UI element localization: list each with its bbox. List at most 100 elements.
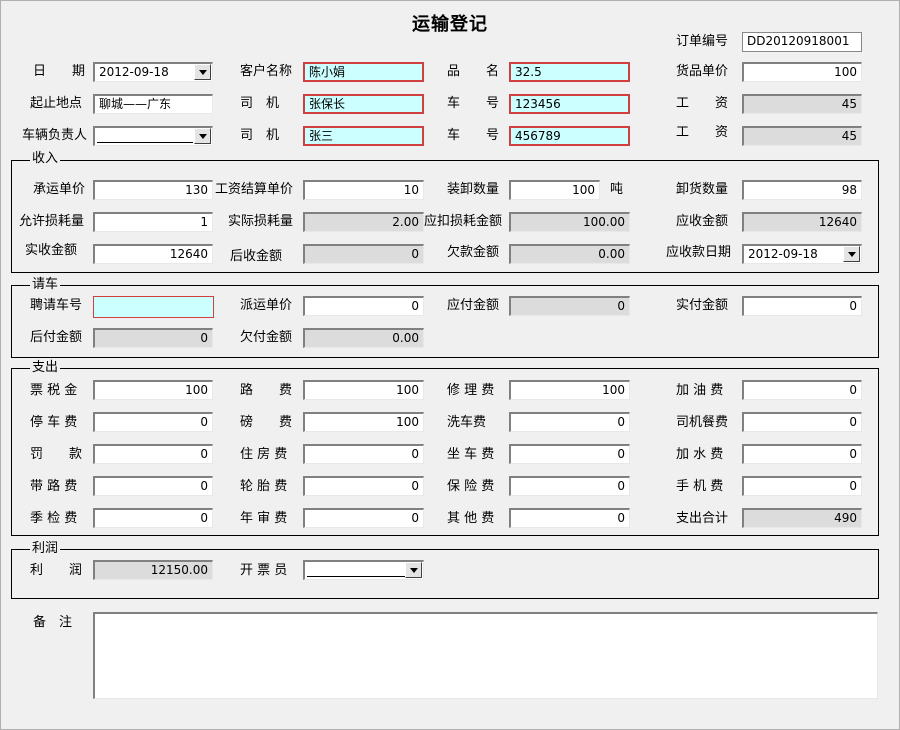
- invoicer-underline: [307, 576, 405, 577]
- fine-label: 罚 款: [30, 447, 83, 462]
- dispatch-price-field[interactable]: 0: [303, 296, 424, 316]
- fuel-fee-field[interactable]: 0: [742, 380, 862, 400]
- driver-meal-field[interactable]: 0: [742, 412, 862, 432]
- unit-price-label: 货品单价: [676, 64, 729, 79]
- later-paid-field: 0: [93, 328, 213, 348]
- wage-unit-price-label: 工资结算单价: [215, 182, 294, 197]
- profit-label: 利 润: [30, 563, 83, 578]
- carriage-price-field[interactable]: 130: [93, 180, 213, 200]
- received-field[interactable]: 12640: [93, 244, 213, 264]
- allowed-loss-label: 允许损耗量: [19, 214, 85, 229]
- hired-plate-label: 聘请车号: [30, 298, 83, 313]
- vehicle-manager-dropdown-icon[interactable]: [194, 128, 211, 144]
- arrears-label: 欠款金额: [447, 245, 500, 260]
- wage2-label: 工 资: [676, 125, 729, 140]
- route-label: 起止地点: [30, 96, 83, 111]
- parking-fee-field[interactable]: 0: [93, 412, 213, 432]
- loss-deduction-field: 100.00: [509, 212, 630, 232]
- repair-fee-field[interactable]: 100: [509, 380, 630, 400]
- date-dropdown-icon[interactable]: [194, 64, 211, 80]
- driver-meal-label: 司机餐费: [676, 415, 729, 430]
- product-field[interactable]: 32.5: [509, 62, 630, 82]
- receivable-date-dropdown-icon[interactable]: [843, 246, 860, 262]
- unload-qty-label: 卸货数量: [676, 182, 729, 197]
- plate2-field[interactable]: 456789: [509, 126, 630, 146]
- ride-fee-field[interactable]: 0: [509, 444, 630, 464]
- paid-label: 实付金额: [676, 298, 729, 313]
- tire-fee-label: 轮 胎 费: [240, 479, 288, 494]
- receivable-field: 12640: [742, 212, 862, 232]
- lodging-fee-field[interactable]: 0: [303, 444, 424, 464]
- unpaid-field: 0.00: [303, 328, 424, 348]
- ticket-tax-label: 票 税 金: [30, 383, 78, 398]
- insurance-fee-field[interactable]: 0: [509, 476, 630, 496]
- road-fee-field[interactable]: 100: [303, 380, 424, 400]
- driver2-label: 司 机: [240, 128, 280, 143]
- remarks-label: 备 注: [33, 615, 73, 630]
- expense-total-field: 490: [742, 508, 862, 528]
- water-fee-field[interactable]: 0: [742, 444, 862, 464]
- wash-fee-field[interactable]: 0: [509, 412, 630, 432]
- wage1-field: 45: [742, 94, 862, 114]
- insurance-fee-label: 保 险 费: [447, 479, 495, 494]
- vehicle-manager-label: 车辆负责人: [22, 128, 88, 143]
- load-qty-label: 装卸数量: [447, 182, 500, 197]
- driver1-field[interactable]: 张保长: [303, 94, 424, 114]
- other-fee-label: 其 他 费: [447, 511, 495, 526]
- lodging-fee-label: 住 房 费: [240, 447, 288, 462]
- load-qty-unit: 吨: [610, 182, 624, 197]
- vehicle-manager-underline: [97, 142, 193, 143]
- unload-qty-field[interactable]: 98: [742, 180, 862, 200]
- allowed-loss-field[interactable]: 1: [93, 212, 213, 232]
- tire-fee-field[interactable]: 0: [303, 476, 424, 496]
- plate1-field[interactable]: 123456: [509, 94, 630, 114]
- other-fee-field[interactable]: 0: [509, 508, 630, 528]
- fuel-fee-label: 加 油 费: [676, 383, 724, 398]
- quarterly-check-label: 季 检 费: [30, 511, 78, 526]
- driver1-label: 司 机: [240, 96, 280, 111]
- road-pass-fee-field[interactable]: 0: [93, 476, 213, 496]
- order-number-label: 订单编号: [676, 34, 729, 49]
- road-pass-fee-label: 带 路 费: [30, 479, 78, 494]
- road-fee-label: 路 费: [240, 383, 293, 398]
- expense-total-label: 支出合计: [676, 511, 729, 526]
- route-field[interactable]: 聊城——广东: [93, 94, 213, 114]
- hired-plate-field[interactable]: [93, 296, 214, 318]
- plate2-label: 车 号: [447, 128, 500, 143]
- phone-fee-label: 手 机 费: [676, 479, 724, 494]
- later-paid-label: 后付金额: [30, 330, 83, 345]
- fine-field[interactable]: 0: [93, 444, 213, 464]
- plate1-label: 车 号: [447, 96, 500, 111]
- ride-fee-label: 坐 车 费: [447, 447, 495, 462]
- order-number-field[interactable]: DD20120918001: [742, 32, 862, 52]
- wash-fee-label: 洗车费: [447, 415, 487, 430]
- date-label: 日 期: [33, 64, 86, 79]
- parking-fee-label: 停 车 费: [30, 415, 78, 430]
- unpaid-label: 欠付金额: [240, 330, 293, 345]
- carriage-price-label: 承运单价: [33, 182, 86, 197]
- remarks-textarea[interactable]: [93, 612, 878, 699]
- invoicer-label: 开 票 员: [240, 563, 288, 578]
- weigh-fee-label: 磅 费: [240, 415, 293, 430]
- paid-field[interactable]: 0: [742, 296, 862, 316]
- wage-unit-price-field[interactable]: 10: [303, 180, 424, 200]
- income-group-title: 收入: [30, 151, 61, 167]
- received-label: 实收金额: [25, 243, 78, 258]
- receivable-date-label: 应收款日期: [666, 245, 732, 260]
- profit-field: 12150.00: [93, 560, 213, 580]
- quarterly-check-field[interactable]: 0: [93, 508, 213, 528]
- phone-fee-field[interactable]: 0: [742, 476, 862, 496]
- later-received-field: 0: [303, 244, 424, 264]
- weigh-fee-field[interactable]: 100: [303, 412, 424, 432]
- product-label: 品 名: [447, 64, 500, 79]
- invoicer-dropdown-icon[interactable]: [405, 562, 422, 578]
- receivable-date-value: 2012-09-18: [748, 247, 818, 261]
- unit-price-field[interactable]: 100: [742, 62, 862, 82]
- driver2-field[interactable]: 张三: [303, 126, 424, 146]
- load-qty-field[interactable]: 100: [509, 180, 600, 200]
- annual-check-label: 年 审 费: [240, 511, 288, 526]
- annual-check-field[interactable]: 0: [303, 508, 424, 528]
- customer-field[interactable]: 陈小娟: [303, 62, 424, 82]
- ticket-tax-field[interactable]: 100: [93, 380, 213, 400]
- loss-deduction-label: 应扣损耗金额: [424, 214, 503, 229]
